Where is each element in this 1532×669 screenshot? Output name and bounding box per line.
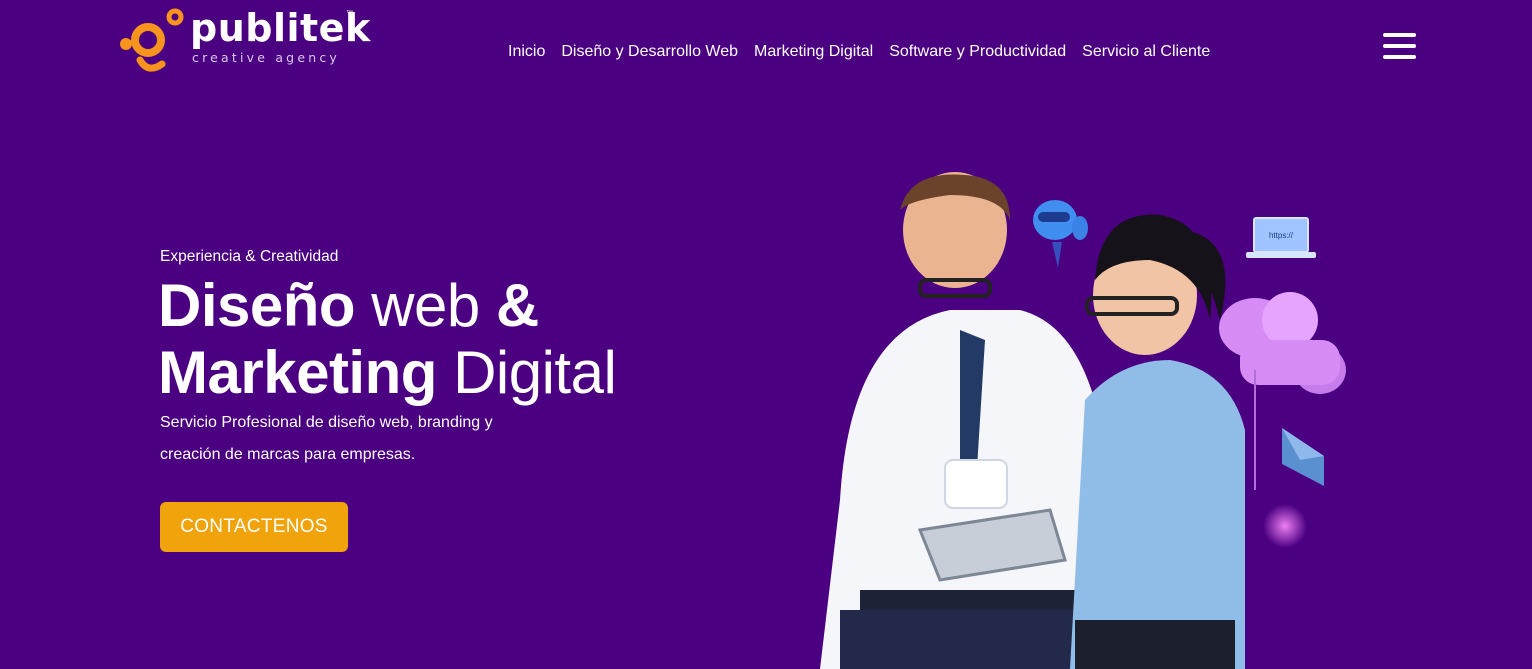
hero-illustration: https:// [820,172,1346,669]
brand-logo[interactable]: publitek ™ creative agency [118,6,371,72]
headline-ampersand: & [495,272,539,339]
headline-word-web: web [371,272,480,339]
nav-item-marketing-digital[interactable]: Marketing Digital [754,43,873,61]
hero-description: Servicio Profesional de diseño web, bran… [160,414,493,463]
man-figure [820,172,1110,669]
contact-button[interactable]: CONTACTENOS [160,502,348,552]
hamburger-icon[interactable] [1383,31,1417,61]
main-nav: Inicio Diseño y Desarrollo Web Marketing… [508,43,1210,61]
page: publitek ™ creative agency Inicio Diseño… [0,0,1532,669]
nav-item-servicio-cliente[interactable]: Servicio al Cliente [1082,43,1210,61]
logo-mark-icon [120,8,184,72]
logo-wordmark: publitek [190,6,371,50]
headline-word-marketing: Marketing [158,339,437,406]
envelope-icon [1282,428,1324,486]
nav-item-software[interactable]: Software y Productividad [889,43,1066,61]
logo-trademark: ™ [346,10,353,17]
headline-word-digital: Digital [453,339,617,406]
headline-word-diseno: Diseño [158,272,356,339]
logo-tagline: creative agency [192,50,340,65]
hero-headline: Diseño web & Marketing Digital [158,272,617,406]
hero-eyebrow: Experiencia & Creatividad [160,248,339,265]
laptop-icon: https:// [1246,217,1316,258]
laptop-screen-text: https:// [1269,231,1294,240]
nav-item-inicio[interactable]: Inicio [508,43,545,61]
robot-icon [1033,200,1088,268]
nav-item-diseno-web[interactable]: Diseño y Desarrollo Web [561,43,738,61]
